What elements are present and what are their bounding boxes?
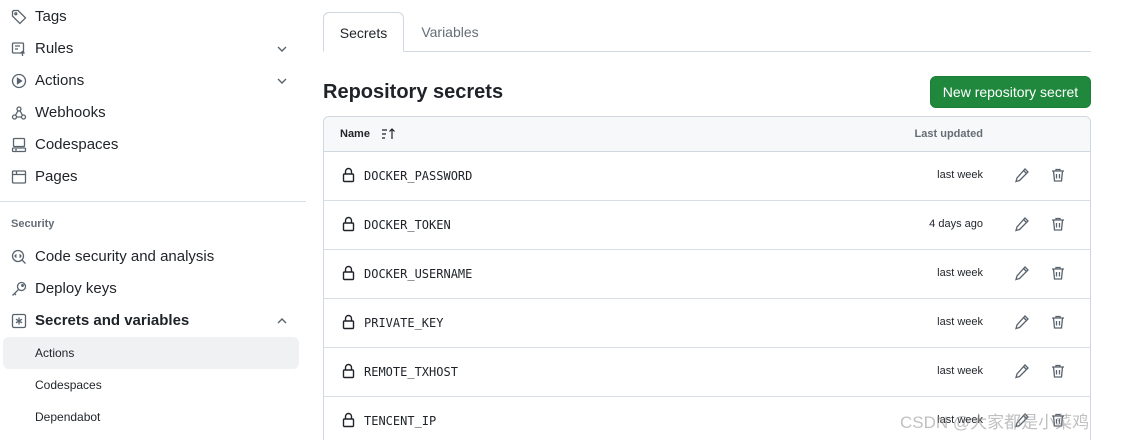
tab-variables[interactable]: Variables [405, 12, 495, 52]
sidebar-subitem-dependabot[interactable]: Dependabot [3, 401, 299, 433]
pencil-icon[interactable] [1014, 167, 1030, 183]
chevron-down-icon[interactable] [275, 74, 289, 88]
sidebar-item-label: Actions [35, 72, 85, 89]
sidebar-item-rules[interactable]: Rules [3, 33, 299, 65]
new-repository-secret-button[interactable]: New repository secret [930, 76, 1091, 108]
sidebar-subitem-label: Dependabot [35, 410, 101, 424]
last-updated: last week [937, 365, 983, 377]
tab-bar: Secrets Variables [323, 12, 1091, 52]
sidebar-item-label: Secrets and variables [35, 312, 190, 329]
lock-icon [342, 167, 355, 183]
sidebar-item-label: Rules [35, 40, 74, 57]
sidebar-subitem-codespaces[interactable]: Codespaces [3, 369, 299, 401]
last-updated: last week [937, 267, 983, 279]
trash-icon[interactable] [1050, 412, 1066, 428]
page-title: Repository secrets [323, 81, 504, 103]
sidebar-item-deploy-keys[interactable]: Deploy keys [3, 273, 299, 305]
tag-icon [11, 9, 27, 25]
secret-name: DOCKER_TOKEN [364, 218, 451, 232]
lock-icon [342, 216, 355, 232]
tab-secrets[interactable]: Secrets [323, 12, 404, 52]
lock-icon [342, 314, 355, 330]
pencil-icon[interactable] [1014, 363, 1030, 379]
webhook-icon [11, 105, 27, 121]
secret-name: DOCKER_USERNAME [364, 267, 473, 281]
column-header-name[interactable]: Name [340, 128, 370, 140]
settings-sidebar: Tags Rules Actions Webhooks Codespaces P… [0, 0, 308, 440]
play-icon [11, 73, 27, 89]
sidebar-item-label: Pages [35, 168, 78, 185]
sidebar-item-webhooks[interactable]: Webhooks [3, 97, 299, 129]
sidebar-item-label: Code security and analysis [35, 248, 215, 265]
sidebar-item-label: Codespaces [35, 136, 119, 153]
table-header: Name Last updated [324, 117, 1090, 152]
sidebar-item-codespaces[interactable]: Codespaces [3, 129, 299, 161]
sidebar-item-actions[interactable]: Actions [3, 65, 299, 97]
sidebar-item-pages[interactable]: Pages [3, 161, 299, 193]
secret-name: DOCKER_PASSWORD [364, 169, 473, 183]
chevron-up-icon[interactable] [275, 314, 289, 328]
codescan-icon [11, 249, 27, 265]
trash-icon[interactable] [1050, 265, 1066, 281]
chevron-down-icon[interactable] [275, 42, 289, 56]
pencil-icon[interactable] [1014, 412, 1030, 428]
secret-name: REMOTE_TXHOST [364, 365, 458, 379]
last-updated: 4 days ago [929, 218, 983, 230]
last-updated: last week [937, 169, 983, 181]
sidebar-item-secrets-and-variables[interactable]: Secrets and variables [3, 305, 299, 337]
table-row: REMOTE_TXHOST last week [324, 348, 1090, 397]
pencil-icon[interactable] [1014, 314, 1030, 330]
section-heading-security: Security [11, 218, 55, 230]
sort-ascending-icon[interactable] [381, 127, 397, 141]
lock-icon [342, 363, 355, 379]
table-row: DOCKER_PASSWORD last week [324, 152, 1090, 201]
pencil-icon[interactable] [1014, 265, 1030, 281]
key-icon [11, 281, 27, 297]
table-row: PRIVATE_KEY last week [324, 299, 1090, 348]
table-row: DOCKER_USERNAME last week [324, 250, 1090, 299]
last-updated: last week [937, 414, 983, 426]
asterisk-icon [11, 313, 27, 329]
rules-icon [11, 41, 27, 57]
sidebar-subitem-label: Actions [35, 346, 75, 360]
sidebar-item-label: Tags [35, 8, 67, 25]
trash-icon[interactable] [1050, 167, 1066, 183]
sidebar-subitem-actions[interactable]: Actions [3, 337, 299, 369]
browser-icon [11, 169, 27, 185]
trash-icon[interactable] [1050, 314, 1066, 330]
lock-icon [342, 412, 355, 428]
last-updated: last week [937, 316, 983, 328]
sidebar-divider [0, 201, 306, 202]
column-header-last-updated: Last updated [914, 128, 983, 140]
sidebar-item-label: Deploy keys [35, 280, 117, 297]
table-row: TENCENT_IP last week [324, 397, 1090, 440]
secret-name: TENCENT_IP [364, 414, 437, 428]
secret-name: PRIVATE_KEY [364, 316, 444, 330]
sidebar-item-tags[interactable]: Tags [3, 1, 299, 33]
sidebar-item-label: Webhooks [35, 104, 106, 121]
table-row: DOCKER_TOKEN 4 days ago [324, 201, 1090, 250]
lock-icon [342, 265, 355, 281]
sidebar-subitem-label: Codespaces [35, 378, 102, 392]
trash-icon[interactable] [1050, 363, 1066, 379]
sidebar-item-code-security[interactable]: Code security and analysis [3, 241, 299, 273]
secrets-table: Name Last updated DOCKER_PASSWORD last w… [323, 116, 1091, 440]
trash-icon[interactable] [1050, 216, 1066, 232]
pencil-icon[interactable] [1014, 216, 1030, 232]
codespaces-icon [11, 137, 27, 153]
